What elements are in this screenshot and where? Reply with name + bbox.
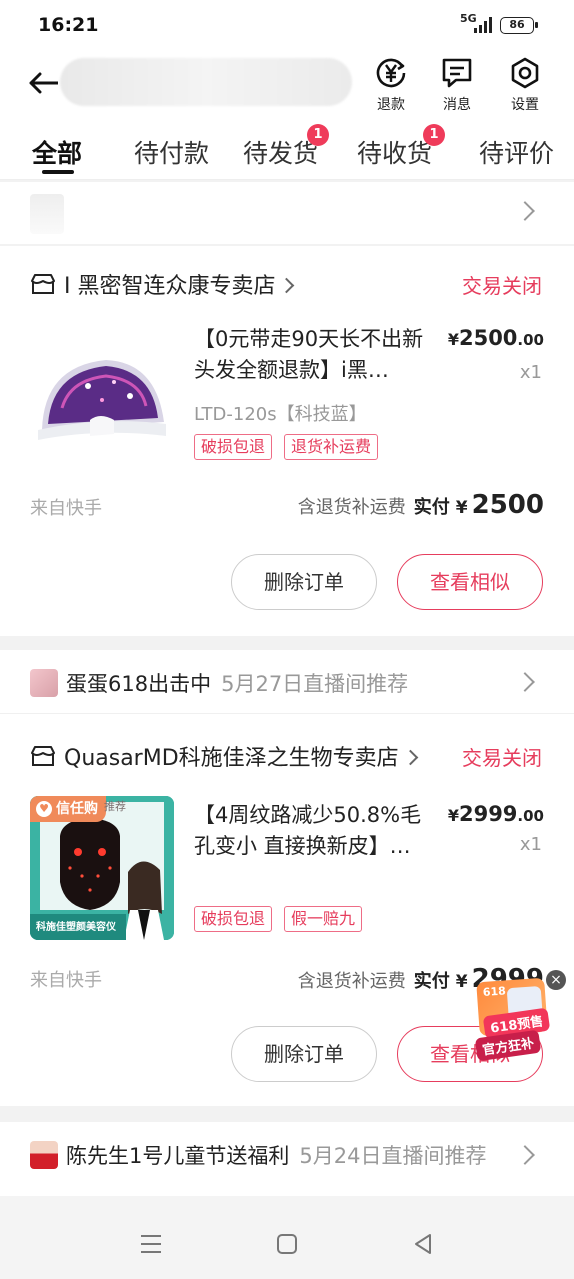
shipping-note: 含退货补运费 xyxy=(297,971,406,992)
battery-indicator: 86 xyxy=(500,17,538,34)
chevron-right-icon xyxy=(515,1145,535,1165)
product-quantity: x1 xyxy=(519,834,542,855)
live-recommend-row[interactable]: 蛋蛋618出击中 5月27日直播间推荐 xyxy=(0,650,574,714)
shop-name-row[interactable]: QuasarMD科施佳泽之生物专卖店 xyxy=(30,740,418,772)
streamer-avatar xyxy=(30,669,58,697)
chevron-right-icon xyxy=(515,201,535,221)
product-price: ¥2999.00 xyxy=(448,802,544,826)
shop-name-row[interactable]: I 黑密智连众康专卖店 xyxy=(30,268,295,300)
tab-pending-receipt[interactable]: 待收货 xyxy=(357,134,432,170)
delete-order-button[interactable]: 删除订单 xyxy=(231,1026,377,1082)
delete-order-button[interactable]: 删除订单 xyxy=(231,554,377,610)
paid-label: 实付 xyxy=(413,497,450,518)
currency-symbol: ¥ xyxy=(455,498,468,518)
product-image[interactable]: 信任购 ♥ 推荐 科施佳塑颜美容仪 xyxy=(30,796,174,940)
order-status: 交易关闭 xyxy=(462,274,542,298)
order-status: 交易关闭 xyxy=(462,746,542,770)
shop-name: I 黑密智连众康专卖店 xyxy=(64,274,276,299)
system-nav-bar xyxy=(0,1196,574,1279)
recommend-date: 5月24日直播间推荐 xyxy=(299,1144,487,1168)
streamer-name: 蛋蛋618出击中 xyxy=(66,672,212,696)
back-arrow-icon[interactable] xyxy=(28,70,58,96)
message-label: 消息 xyxy=(443,97,471,113)
service-tag: 假一赔九 xyxy=(284,906,363,932)
service-tag: 破损包退 xyxy=(194,906,273,932)
price-decimal: .00 xyxy=(517,331,544,349)
price-integer: 2999 xyxy=(458,802,518,826)
back-icon[interactable] xyxy=(412,1233,434,1255)
paid-label: 实付 xyxy=(413,971,450,992)
pending-receipt-badge: 1 xyxy=(423,124,445,146)
refund-label: 退款 xyxy=(377,97,405,113)
service-tag: 破损包退 xyxy=(194,434,273,460)
status-bar: 16:21 5G 86 xyxy=(0,0,574,50)
settings-label: 设置 xyxy=(511,97,539,113)
order-source: 来自快手 xyxy=(30,970,102,991)
blurred-avatar xyxy=(30,194,64,234)
menu-icon[interactable] xyxy=(140,1234,162,1254)
service-tag: 退货补运费 xyxy=(284,434,379,460)
order-source: 来自快手 xyxy=(30,498,102,519)
product-sku: LTD-120s【科技蓝】 xyxy=(194,404,367,425)
settings-button[interactable]: 设置 xyxy=(500,56,550,114)
currency-symbol: ¥ xyxy=(447,806,459,825)
streamer-avatar xyxy=(30,1141,58,1169)
order-card: I 黑密智连众康专卖店 交易关闭 【0元带走90天长不出新头发全额退款】i黑… … xyxy=(0,246,574,636)
signal-icon xyxy=(474,17,494,33)
live-recommend-row[interactable]: 陈先生1号儿童节送福利 5月24日直播间推荐 xyxy=(0,1122,574,1196)
price-decimal: .00 xyxy=(517,807,544,825)
currency-symbol: ¥ xyxy=(447,330,459,349)
message-button[interactable]: 消息 xyxy=(432,56,482,114)
image-corner-label: 推荐 xyxy=(104,800,126,813)
recommend-date: 5月27日直播间推荐 xyxy=(221,672,409,696)
order-tabs: 全部 待付款 待发货 1 待收货 1 待评价 xyxy=(0,120,574,180)
laser-helmet-image xyxy=(38,360,166,440)
order-search-bar[interactable] xyxy=(60,58,352,106)
tab-pending-payment[interactable]: 待付款 xyxy=(134,134,209,170)
promo-mini-label: 618 xyxy=(482,984,507,999)
active-tab-indicator xyxy=(42,170,74,174)
chevron-right-icon xyxy=(402,749,418,765)
currency-symbol: ¥ xyxy=(455,972,468,992)
refund-yen-icon xyxy=(376,58,406,88)
product-price: ¥2500.00 xyxy=(448,326,544,350)
collapsed-recommend-row[interactable] xyxy=(0,182,574,244)
refund-button[interactable]: 退款 xyxy=(366,56,416,114)
store-icon xyxy=(31,274,55,294)
paid-total: 2500 xyxy=(471,490,544,520)
heart-icon: ♥ xyxy=(36,801,52,817)
settings-icon xyxy=(511,57,539,89)
live-recommend-info: 陈先生1号儿童节送福利 5月24日直播间推荐 xyxy=(30,1140,486,1170)
tab-all[interactable]: 全部 xyxy=(32,134,82,170)
shipping-note: 含退货补运费 xyxy=(297,497,406,518)
payment-summary: 含退货补运费 实付 ¥ 2500 xyxy=(298,490,544,520)
status-time: 16:21 xyxy=(38,14,99,36)
promo-float-badge[interactable]: × 618 618预售 官方狂补 xyxy=(474,968,570,1064)
close-icon[interactable]: × xyxy=(546,970,566,990)
streamer-name: 陈先生1号儿童节送福利 xyxy=(66,1144,290,1168)
tab-pending-shipment[interactable]: 待发货 xyxy=(243,134,318,170)
store-icon xyxy=(31,746,55,766)
chevron-right-icon xyxy=(515,672,535,692)
product-image[interactable] xyxy=(30,324,174,468)
chevron-right-icon xyxy=(279,277,295,293)
product-title[interactable]: 【0元带走90天长不出新头发全额退款】i黑… xyxy=(194,324,442,386)
message-icon xyxy=(442,58,472,88)
product-quantity: x1 xyxy=(519,362,542,383)
product-title[interactable]: 【4周纹路减少50.8%毛孔变小 直接换新皮】… xyxy=(194,800,442,862)
tab-pending-review[interactable]: 待评价 xyxy=(479,134,554,170)
image-caption: 科施佳塑颜美容仪 xyxy=(36,922,116,933)
top-bar: 退款 消息 设置 xyxy=(0,50,574,120)
view-similar-button[interactable]: 查看相似 xyxy=(397,554,543,610)
live-recommend-info: 蛋蛋618出击中 5月27日直播间推荐 xyxy=(30,668,408,698)
home-icon[interactable] xyxy=(276,1233,298,1255)
shop-name: QuasarMD科施佳泽之生物专卖店 xyxy=(64,746,399,771)
price-integer: 2500 xyxy=(458,326,518,350)
pending-shipment-badge: 1 xyxy=(307,124,329,146)
